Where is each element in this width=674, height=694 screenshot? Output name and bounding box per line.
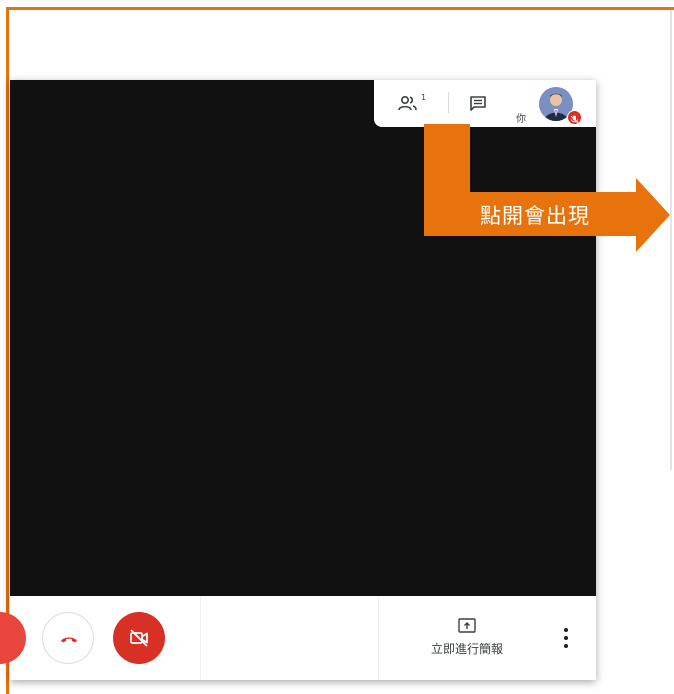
more-options-button[interactable] (558, 624, 574, 652)
top-right-panel: 1 你 (374, 80, 596, 127)
meet-window: 1 你 立即進行簡報 (0, 80, 596, 680)
participants-count: 1 (421, 93, 427, 102)
people-icon (398, 95, 417, 111)
camera-toggle-button[interactable] (113, 612, 165, 664)
chat-button[interactable] (462, 90, 494, 118)
bottom-control-bar: 立即進行簡報 (0, 596, 596, 680)
frame-border-top (8, 7, 674, 10)
tutorial-canvas: 1 你 立即進行簡報 點開會出現 (0, 0, 674, 694)
chat-icon (470, 96, 486, 111)
participants-button[interactable]: 1 (390, 90, 430, 118)
phone-hangup-icon (61, 637, 77, 643)
self-label: 你 (516, 114, 526, 125)
bar-divider (378, 596, 379, 680)
camera-off-icon (130, 629, 148, 647)
hangup-button[interactable] (42, 612, 94, 664)
present-now-button[interactable]: 立即進行簡報 (422, 614, 512, 662)
mic-toggle-button[interactable] (0, 612, 26, 664)
present-now-label: 立即進行簡報 (430, 642, 503, 656)
panel-divider (448, 92, 449, 114)
present-screen-icon (458, 618, 476, 633)
video-area (10, 80, 596, 596)
mic-off-badge (567, 110, 582, 125)
frame-border-right (670, 10, 672, 470)
annotation-text: 點開會出現 (480, 204, 590, 228)
bar-divider (200, 596, 201, 680)
frame-border-left (6, 7, 9, 694)
mic-off-icon (570, 115, 579, 124)
